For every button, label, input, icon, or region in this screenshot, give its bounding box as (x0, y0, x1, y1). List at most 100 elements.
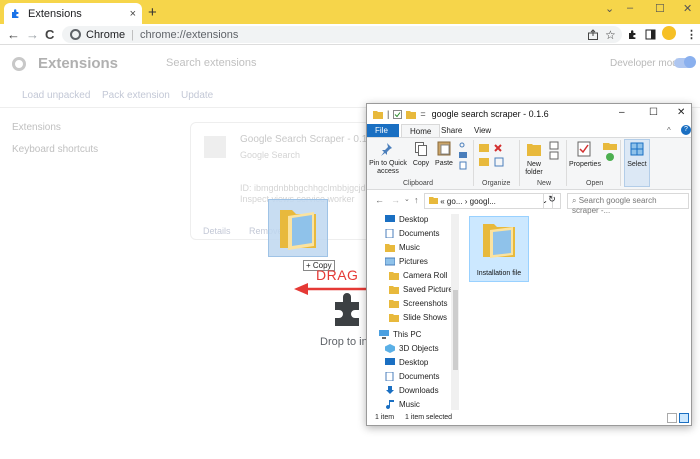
nav-item-slide-shows[interactable]: Slide Shows (389, 313, 447, 322)
new-folder-qa-icon[interactable] (406, 110, 417, 119)
open-group-label: Open (586, 180, 604, 187)
properties-icon (577, 141, 591, 157)
pack-extension-button[interactable]: Pack extension (102, 90, 170, 101)
nav-scrollbar-thumb[interactable] (453, 290, 458, 370)
path-separator: › (464, 197, 468, 206)
explorer-titlebar: | = google search scraper - 0.1.6 – ☐ ✕ (367, 104, 691, 124)
sidebar-item-extensions[interactable]: Extensions (12, 122, 61, 133)
selection-count: 1 item selected (405, 414, 453, 421)
omnibox[interactable]: Chrome | chrome://extensions (62, 26, 622, 43)
copy-icon (415, 142, 427, 156)
forward-button[interactable]: → (26, 27, 39, 42)
nav-item-label: Music (399, 243, 420, 252)
help-icon[interactable]: ? (681, 125, 691, 135)
explorer-back-button[interactable]: ← (375, 195, 384, 205)
tab-extensions[interactable]: Extensions × (4, 3, 142, 24)
folder-icon (389, 286, 399, 294)
file-explorer-window: | = google search scraper - 0.1.6 – ☐ ✕ … (366, 103, 692, 426)
path-part-2[interactable]: googl... (470, 197, 496, 206)
ribbon-separator (519, 140, 520, 186)
large-icons-view-icon[interactable] (679, 413, 689, 423)
minimize-button[interactable]: – (627, 2, 633, 14)
path-part-1[interactable]: go... (447, 197, 463, 206)
nav-item-documents-pc[interactable]: Documents (385, 372, 439, 381)
nav-item-screenshots[interactable]: Screenshots (389, 299, 447, 308)
extensions-icon[interactable] (627, 29, 639, 41)
details-view-icon[interactable] (667, 413, 677, 423)
update-button[interactable]: Update (181, 90, 213, 101)
copy-button[interactable]: Copy (412, 160, 430, 168)
address-bar-row: ← → ⌄ ↑ « go... › googl... ⌄ ↻ ⌕ Search … (367, 190, 691, 215)
developer-mode-toggle[interactable] (674, 56, 696, 68)
share-icon[interactable] (587, 29, 599, 41)
folder-icon (483, 224, 515, 258)
nav-item-desktop[interactable]: Desktop (385, 215, 428, 224)
refresh-icon[interactable]: ↻ (543, 193, 561, 209)
qa-dropdown-icon[interactable]: = (420, 109, 425, 119)
explorer-search-input[interactable]: ⌕ Search google search scraper -... (567, 193, 689, 215)
folder-icon (389, 300, 399, 308)
search-icon: ⌕ (572, 196, 577, 205)
recent-locations-icon[interactable]: ⌄ (404, 195, 410, 203)
ribbon-collapse-icon[interactable]: ^ (667, 126, 671, 135)
tab-view[interactable]: View (466, 124, 499, 138)
explorer-close-button[interactable]: ✕ (677, 107, 685, 118)
nav-item-3d-objects[interactable]: 3D Objects (385, 344, 439, 353)
dropzone-puzzle-icon (335, 293, 359, 326)
address-path[interactable]: « go... › googl... ⌄ (424, 193, 553, 209)
nav-item-this-pc[interactable]: This PC (379, 330, 421, 339)
sidebar-item-keyboard-shortcuts[interactable]: Keyboard shortcuts (12, 144, 98, 155)
select-button[interactable]: Select (625, 161, 649, 169)
file-item-label: Installation file (476, 270, 522, 277)
explorer-maximize-button[interactable]: ☐ (649, 107, 658, 118)
details-button[interactable]: Details (203, 226, 231, 236)
extension-description: Google Search (240, 150, 301, 160)
tab-close-icon[interactable]: × (130, 8, 136, 20)
nav-item-documents[interactable]: Documents (385, 229, 439, 238)
back-button[interactable]: ← (7, 27, 20, 42)
cut-copypath-shortcut-icons[interactable] (459, 140, 468, 170)
explorer-minimize-button[interactable]: – (619, 107, 625, 118)
nav-item-label: Desktop (399, 358, 429, 367)
star-icon[interactable]: ☆ (605, 28, 616, 42)
open-item-icons[interactable] (603, 141, 617, 163)
nav-item-downloads[interactable]: Downloads (385, 386, 439, 395)
new-folder-button[interactable]: New folder (521, 161, 547, 177)
sidepanel-icon[interactable] (645, 29, 656, 40)
organize-icons[interactable] (479, 142, 513, 172)
nav-item-desktop-pc[interactable]: Desktop (385, 358, 428, 367)
pin-to-quick-access-button[interactable]: Pin to Quick access (369, 160, 407, 176)
desktop-icon (385, 358, 395, 365)
nav-item-label: Documents (399, 229, 440, 238)
tab-share[interactable]: Share (433, 124, 470, 138)
up-button[interactable]: ↑ (414, 195, 419, 205)
paste-button[interactable]: Paste (434, 160, 454, 168)
computer-icon (379, 330, 389, 339)
new-tab-button[interactable]: + (148, 4, 157, 21)
search-input[interactable]: Search extensions (166, 57, 257, 69)
reload-button[interactable]: C (45, 27, 54, 42)
music-folder-icon (385, 244, 395, 252)
nav-item-label: Music (399, 400, 420, 409)
clipboard-group-label: Clipboard (403, 180, 433, 187)
path-overflow[interactable]: « (440, 197, 444, 206)
nav-item-label: Screenshots (403, 299, 448, 308)
properties-button[interactable]: Properties (569, 161, 601, 169)
explorer-forward-button[interactable]: → (391, 195, 400, 205)
new-item-icons[interactable] (549, 141, 563, 161)
maximize-button[interactable]: ☐ (655, 2, 665, 15)
properties-check-icon[interactable] (393, 109, 403, 119)
explorer-title: google search scraper - 0.1.6 (431, 109, 549, 119)
select-all-icon (630, 142, 644, 156)
nav-item-music[interactable]: Music (385, 243, 420, 252)
nav-item-pictures[interactable]: Pictures (385, 257, 428, 266)
load-unpacked-button[interactable]: Load unpacked (22, 90, 90, 101)
menu-icon[interactable]: ⋮ (686, 28, 697, 41)
close-window-button[interactable]: ✕ (683, 2, 692, 15)
tab-file[interactable]: File (367, 124, 399, 138)
nav-item-music-pc[interactable]: Music (385, 400, 420, 409)
profile-avatar[interactable] (662, 26, 676, 40)
nav-item-saved-pictures[interactable]: Saved Pictures (389, 285, 457, 294)
nav-item-camera-roll[interactable]: Camera Roll (389, 271, 447, 280)
tab-search-icon[interactable]: ⌄ (605, 2, 614, 15)
